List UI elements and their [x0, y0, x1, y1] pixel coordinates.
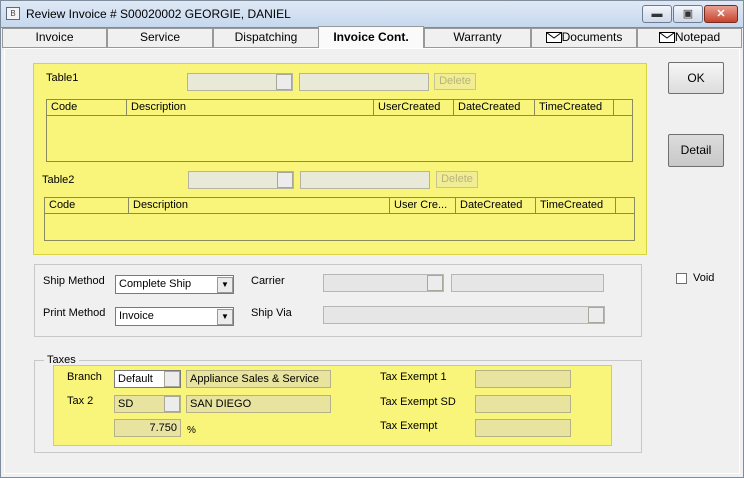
table2-label: Table2 — [42, 174, 75, 186]
ship-method-value: Complete Ship — [119, 278, 192, 290]
maximize-button[interactable]: ▣ — [673, 5, 703, 23]
tab-label: Warranty — [453, 30, 502, 44]
table2-col-code[interactable]: Code — [45, 198, 129, 214]
chevron-down-icon[interactable]: ▼ — [217, 309, 233, 325]
print-method-select[interactable]: Invoice ▼ — [115, 307, 234, 326]
tax2-name-value: SAN DIEGO — [190, 398, 252, 410]
table2-description-field[interactable] — [300, 171, 430, 189]
tax-exempt-field[interactable] — [475, 419, 571, 437]
tax-exempt-label: Tax Exempt — [380, 420, 438, 432]
table1-grid[interactable]: Code Description UserCreated DateCreated… — [46, 99, 633, 162]
table1-col-description[interactable]: Description — [127, 100, 374, 116]
table2-col-datecreated[interactable]: DateCreated — [456, 198, 536, 214]
tab-documents[interactable]: Documents — [531, 28, 637, 47]
table2-col-usercreated[interactable]: User Cre... — [390, 198, 456, 214]
close-button[interactable]: ✕ — [704, 5, 738, 23]
window-title: Review Invoice # S00020002 GEORGIE, DANI… — [26, 7, 291, 21]
tax-rate-value: 7.750 — [149, 422, 177, 434]
table2-combo-arrow[interactable] — [277, 172, 293, 188]
branch-combo-arrow[interactable] — [164, 371, 180, 387]
tax-exempt-sd-label: Tax Exempt SD — [380, 396, 456, 408]
table1-col-code[interactable]: Code — [47, 100, 127, 116]
envelope-icon — [658, 31, 675, 48]
branch-label: Branch — [67, 371, 102, 383]
ship-via-label: Ship Via — [251, 307, 292, 319]
carrier-description-field[interactable] — [451, 274, 604, 292]
table2-col-timecreated[interactable]: TimeCreated — [536, 198, 616, 214]
table2-grid[interactable]: Code Description User Cre... DateCreated… — [44, 197, 635, 241]
tax-exempt-sd-field[interactable] — [475, 395, 571, 413]
tax2-code-value: SD — [118, 398, 134, 410]
table1-description-field[interactable] — [299, 73, 429, 91]
branch-code-value: Default — [118, 373, 153, 385]
carrier-combo[interactable] — [323, 274, 444, 292]
ok-button[interactable]: OK — [668, 62, 724, 94]
table1-label: Table1 — [46, 72, 79, 84]
app-icon: B — [6, 7, 20, 20]
ship-method-select[interactable]: Complete Ship ▼ — [115, 275, 234, 294]
detail-button[interactable]: Detail — [668, 134, 724, 167]
table2-col-description[interactable]: Description — [129, 198, 390, 214]
tax2-combo-arrow[interactable] — [164, 396, 180, 412]
tab-label: Invoice — [35, 30, 74, 44]
tax-exempt-1-field[interactable] — [475, 370, 571, 388]
tab-label: Invoice Cont. — [333, 30, 409, 44]
tab-invoice-cont[interactable]: Invoice Cont. — [318, 26, 424, 48]
print-method-label: Print Method — [43, 307, 106, 319]
table1-col-datecreated[interactable]: DateCreated — [454, 100, 535, 116]
void-checkbox[interactable] — [676, 273, 687, 284]
table1-col-timecreated[interactable]: TimeCreated — [535, 100, 614, 116]
table1-combo-arrow[interactable] — [276, 74, 292, 90]
tab-notepad[interactable]: Notepad — [637, 28, 742, 47]
tax2-name-field[interactable]: SAN DIEGO — [186, 395, 331, 413]
void-label: Void — [693, 272, 715, 284]
tax-rate-field[interactable]: 7.750 — [114, 419, 181, 437]
tab-label: Notepad — [674, 30, 721, 44]
envelope-icon — [545, 31, 562, 48]
minimize-button[interactable]: ▬ — [642, 5, 672, 23]
print-method-value: Invoice — [119, 310, 154, 322]
chevron-down-icon[interactable]: ▼ — [217, 277, 233, 293]
table1-col-usercreated[interactable]: UserCreated — [374, 100, 454, 116]
table1-delete-button[interactable]: Delete — [434, 73, 476, 90]
ship-method-label: Ship Method — [43, 275, 105, 287]
table2-col-filler — [616, 198, 635, 214]
carrier-combo-arrow[interactable] — [427, 275, 443, 291]
tab-warranty[interactable]: Warranty — [424, 28, 531, 47]
tab-label: Service — [139, 30, 180, 44]
ship-via-combo-arrow[interactable] — [588, 307, 604, 323]
tab-label: Dispatching — [234, 30, 298, 44]
table1-col-filler — [614, 100, 633, 116]
branch-name-value: Appliance Sales & Service — [190, 373, 320, 385]
tab-invoice[interactable]: Invoice — [2, 28, 107, 47]
tax-rate-unit: % — [187, 425, 196, 436]
tax2-label: Tax 2 — [67, 395, 94, 407]
tab-service[interactable]: Service — [107, 28, 213, 47]
tab-dispatching[interactable]: Dispatching — [213, 28, 319, 47]
branch-name-field[interactable]: Appliance Sales & Service — [186, 370, 331, 388]
table2-delete-button[interactable]: Delete — [436, 171, 478, 188]
tab-label: Documents — [561, 30, 623, 44]
tax-exempt-1-label: Tax Exempt 1 — [380, 371, 447, 383]
carrier-label: Carrier — [251, 275, 285, 287]
ship-via-combo[interactable] — [323, 306, 605, 324]
